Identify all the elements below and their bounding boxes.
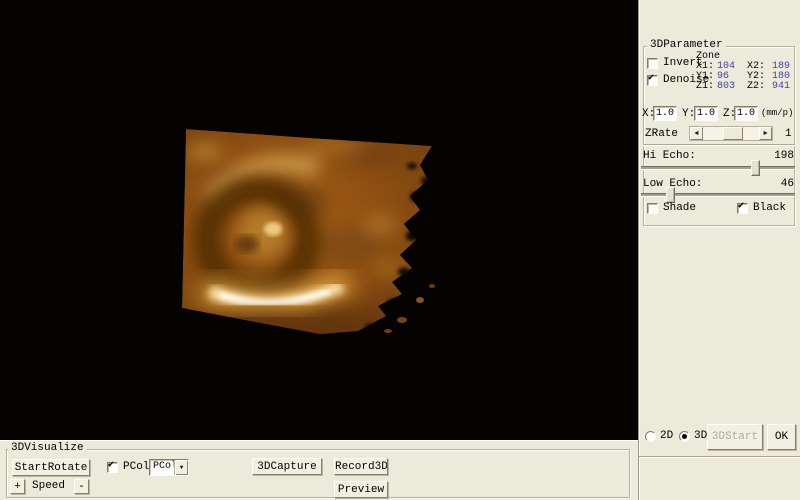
speed-label: Speed: [32, 480, 65, 492]
zone-z2-label: Z2:: [747, 81, 765, 92]
parameter-separator: [643, 144, 795, 146]
zrate-value: 1: [785, 128, 792, 140]
mode-3d-radio[interactable]: [679, 431, 690, 442]
low-echo-value: 46: [781, 178, 794, 190]
visualize-panel: 3DVisualize StartRotate + Speed - ✔ PCol…: [0, 440, 638, 500]
scale-z-input[interactable]: [734, 106, 758, 121]
mode-3d-label: 3D: [694, 430, 707, 442]
dropdown-arrow-icon[interactable]: ▼: [174, 460, 188, 475]
zrate-scrollbar[interactable]: ◄ ►: [689, 126, 773, 141]
parameter-group-label: 3DParameter: [647, 39, 726, 51]
panel-bottom-separator: [639, 456, 800, 458]
ultrasound-render: [0, 0, 638, 440]
3dstart-button[interactable]: 3DStart: [707, 424, 763, 450]
black-label: Black: [753, 202, 786, 214]
scale-x-input[interactable]: [653, 106, 677, 121]
zone-z2-value: 941: [772, 81, 790, 92]
mode-2d-label: 2D: [660, 430, 673, 442]
invert-checkbox[interactable]: [647, 58, 658, 69]
zrate-scroll-right-button[interactable]: ►: [759, 127, 772, 140]
pcolor-dropdown[interactable]: PColor ▼: [149, 459, 189, 476]
shade-checkbox[interactable]: [647, 203, 658, 214]
record3d-button[interactable]: Record3D: [334, 458, 388, 475]
black-check-icon: ✔: [738, 201, 744, 213]
shade-label: Shade: [663, 202, 696, 214]
preview-button[interactable]: Preview: [334, 481, 388, 498]
hi-echo-slider-track[interactable]: [641, 166, 795, 170]
mode-2d-radio[interactable]: [645, 431, 656, 442]
visualize-group-label: 3DVisualize: [8, 442, 87, 454]
zone-z1-label: Z1:: [696, 81, 714, 92]
parameter-panel: 3DParameter Invert ✔ Denoise Zone X1: 10…: [638, 0, 800, 500]
denoise-check-icon: ✔: [648, 73, 654, 85]
zrate-label: ZRate: [645, 128, 678, 140]
app-window: { "viewport": { "content": "3D ultrasoun…: [0, 0, 800, 500]
ok-button[interactable]: OK: [767, 424, 796, 450]
zrate-scroll-left-button[interactable]: ◄: [690, 127, 703, 140]
speed-minus-button[interactable]: -: [74, 479, 89, 494]
denoise-checkbox[interactable]: ✔: [647, 75, 658, 86]
scale-unit-label: (mm/p): [761, 108, 793, 118]
3dcapture-button[interactable]: 3DCapture: [252, 458, 322, 475]
start-rotate-button[interactable]: StartRotate: [12, 459, 90, 476]
pcolor-checkbox[interactable]: ✔: [107, 462, 118, 473]
low-echo-slider-thumb[interactable]: [666, 187, 675, 203]
low-echo-slider-track[interactable]: [641, 193, 795, 197]
black-checkbox[interactable]: ✔: [737, 203, 748, 214]
scale-y-input[interactable]: [694, 106, 718, 121]
render-viewport[interactable]: [0, 0, 638, 440]
hi-echo-value: 198: [774, 150, 794, 162]
hi-echo-slider-thumb[interactable]: [751, 160, 760, 176]
speed-plus-button[interactable]: +: [10, 479, 25, 494]
zone-z1-value: 803: [717, 81, 735, 92]
zrate-scrollbar-thumb[interactable]: [723, 127, 743, 140]
pcolor-check-icon: ✔: [108, 460, 114, 472]
hi-echo-label: Hi Echo:: [643, 150, 696, 162]
